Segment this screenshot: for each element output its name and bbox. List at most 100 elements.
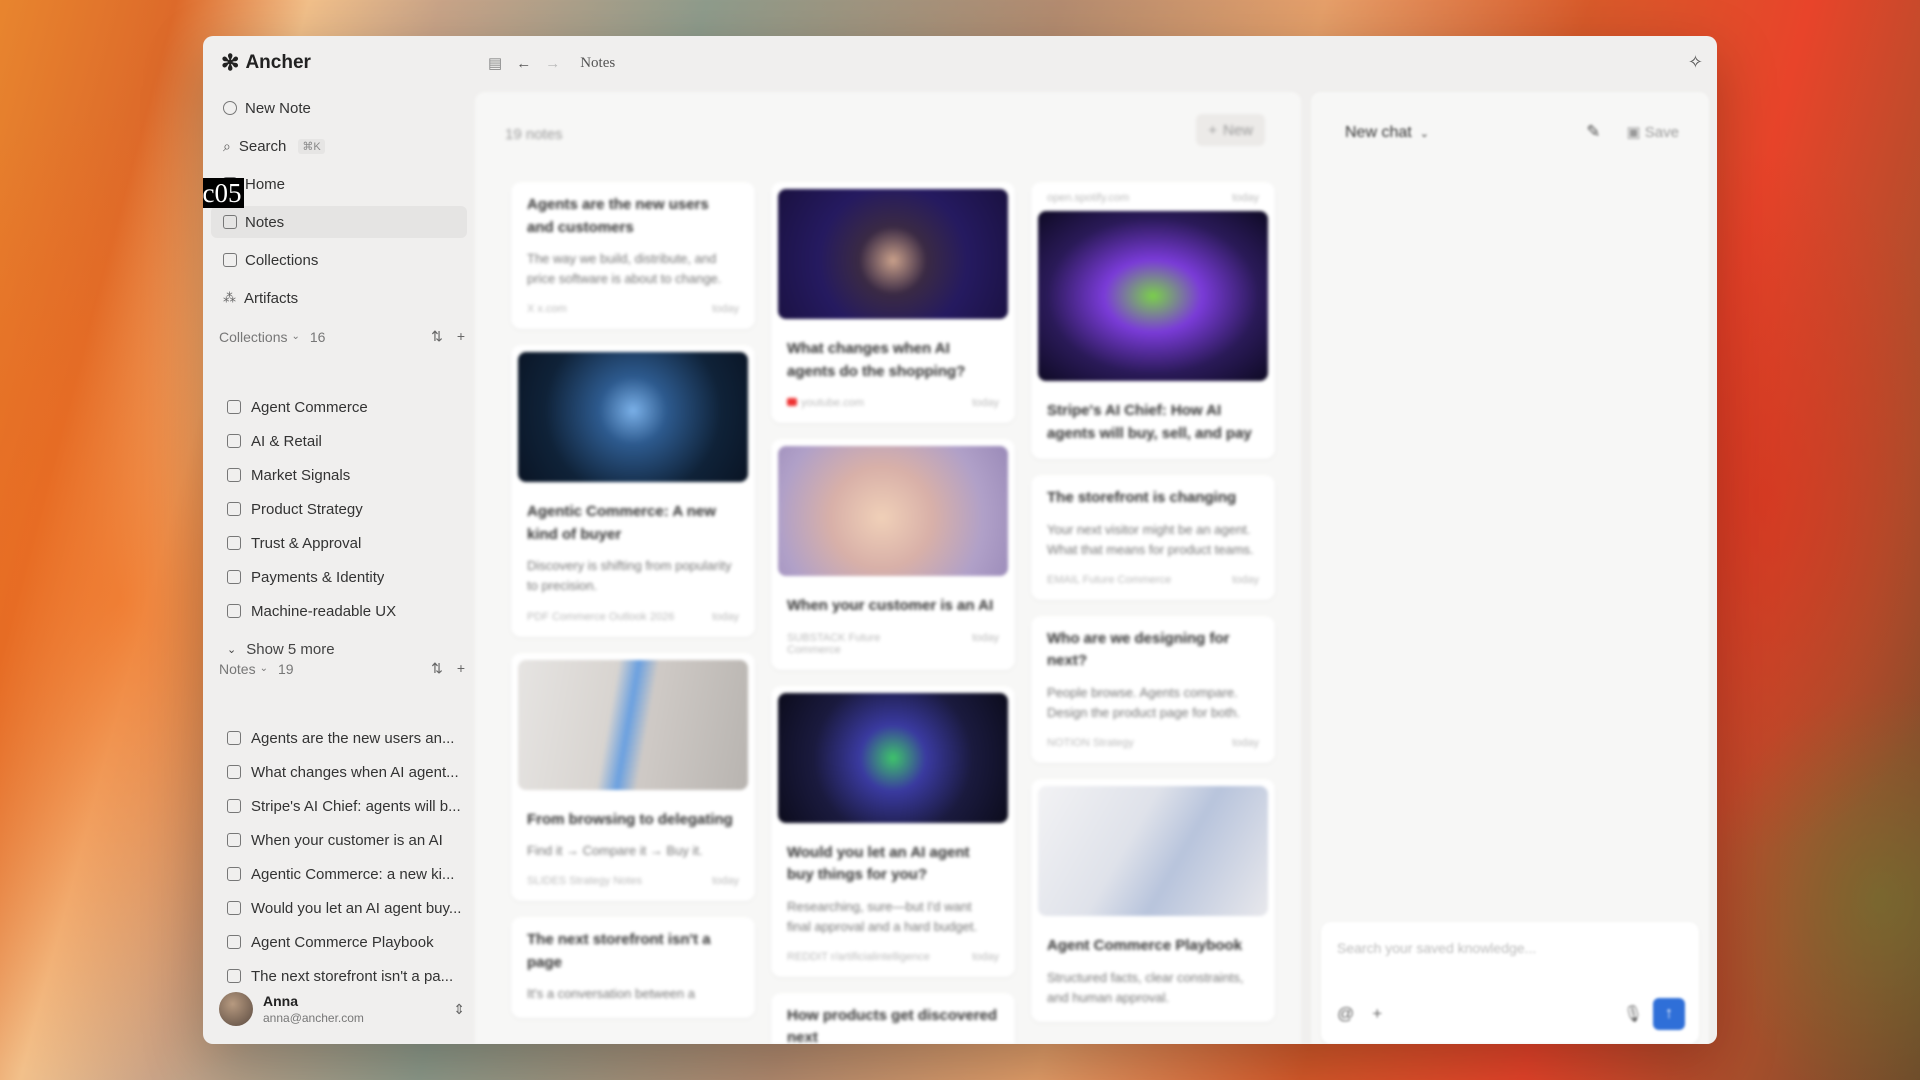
sparkle-icon[interactable]: ✧ bbox=[1688, 52, 1703, 73]
add-attachment-icon[interactable]: + bbox=[1372, 1004, 1382, 1024]
list-item[interactable]: Market Signals bbox=[219, 458, 465, 492]
list-item[interactable]: Agents are the new users an... bbox=[219, 721, 465, 755]
list-item-label: Product Strategy bbox=[251, 500, 363, 518]
card-source-label: SUBSTACK Future Commerce bbox=[787, 631, 881, 656]
card-meta: SUBSTACK Future Commerce today bbox=[787, 632, 999, 656]
nav-collections[interactable]: Collections bbox=[211, 244, 467, 276]
list-item-label: Agents are the new users an... bbox=[251, 729, 455, 747]
card-body: When your customer is an AI SUBSTACK Futu… bbox=[771, 583, 1015, 670]
card-source: SLIDES Strategy Notes bbox=[527, 875, 642, 887]
breadcrumb: Notes bbox=[580, 54, 616, 71]
card-source: open.spotify.com bbox=[1047, 192, 1130, 204]
card-source-label: NOTION Strategy bbox=[1047, 737, 1134, 750]
card-source: youtube.com bbox=[787, 397, 864, 409]
add-note-icon[interactable]: + bbox=[457, 660, 465, 677]
note-card[interactable]: When your customer is an AI SUBSTACK Futu… bbox=[771, 439, 1015, 670]
list-item-label: Would you let an AI agent buy... bbox=[251, 899, 462, 917]
collections-count: 16 bbox=[309, 328, 326, 345]
note-card[interactable]: Would you let an AI agent buy things for… bbox=[771, 685, 1015, 977]
collections-section-header[interactable]: Collections ⌄ 16 ⇅ + bbox=[219, 328, 465, 345]
card-source: EMAIL Future Commerce bbox=[1047, 574, 1171, 586]
note-card[interactable]: Agentic Commerce: A new kind of buyer Dis… bbox=[511, 345, 755, 637]
add-collection-icon[interactable]: + bbox=[457, 328, 465, 345]
note-card[interactable]: Agent Commerce Playbook Structured facts,… bbox=[1031, 779, 1275, 1022]
back-arrow-icon[interactable]: ← bbox=[516, 55, 531, 72]
chat-input-box[interactable]: Search your saved knowledge... @ + 🎙︎ ↑ bbox=[1321, 922, 1699, 1044]
list-item[interactable]: Product Strategy bbox=[219, 492, 465, 526]
card-meta: X x.com today bbox=[527, 303, 739, 315]
nav-artifacts[interactable]: ⁂ Artifacts bbox=[211, 282, 467, 314]
list-item[interactable]: Stripe's AI Chief: agents will b... bbox=[219, 789, 465, 823]
list-item-label: What changes when AI agent... bbox=[251, 763, 459, 781]
card-thumbnail bbox=[1038, 786, 1268, 917]
screenshot-tag: sc05 bbox=[203, 178, 244, 208]
notes-panel: 19 notes + New Agents are the new users … bbox=[475, 92, 1301, 1044]
chevron-updown-icon: ⇕ bbox=[453, 1000, 465, 1017]
compose-icon[interactable]: ✎ bbox=[1586, 122, 1600, 142]
sort-icon[interactable]: ⇅ bbox=[431, 328, 443, 345]
nav-new-note-label: New Note bbox=[245, 99, 311, 117]
note-icon bbox=[227, 833, 241, 847]
chat-title: New chat bbox=[1345, 124, 1412, 141]
chevron-down-icon: ⌄ bbox=[1419, 127, 1429, 140]
send-button[interactable]: ↑ bbox=[1653, 998, 1685, 1030]
list-item[interactable]: Agent Commerce bbox=[219, 390, 465, 424]
card-body: Would you let an AI agent buy things for… bbox=[771, 830, 1015, 977]
list-item[interactable]: Would you let an AI agent buy... bbox=[219, 891, 465, 925]
card-body: Agents are the new users and customers Th… bbox=[511, 182, 755, 329]
list-item-label: Agent Commerce bbox=[251, 398, 368, 416]
nav-new-note[interactable]: New Note bbox=[211, 92, 467, 124]
list-item[interactable]: The next storefront isn't a pa... bbox=[219, 959, 465, 993]
nav-home[interactable]: Home bbox=[211, 168, 467, 200]
list-item[interactable]: Payments & Identity bbox=[219, 560, 465, 594]
note-card[interactable]: From browsing to delegating Find it → Com… bbox=[511, 652, 755, 902]
sort-icon[interactable]: ⇅ bbox=[431, 660, 443, 677]
forward-arrow-icon[interactable]: → bbox=[545, 55, 560, 72]
note-card[interactable]: What changes when AI agents do the shopp… bbox=[771, 182, 1015, 423]
card-meta: open.spotify.com today bbox=[1047, 192, 1259, 204]
save-button[interactable]: ▣ Save bbox=[1626, 123, 1679, 141]
collection-icon bbox=[227, 400, 241, 414]
note-card[interactable]: Who are we designing for next? People bro… bbox=[1031, 615, 1275, 764]
note-icon bbox=[227, 765, 241, 779]
note-card[interactable]: The next storefront isn't a page It's a c… bbox=[511, 917, 755, 1019]
list-item[interactable]: Agent Commerce Playbook bbox=[219, 925, 465, 959]
list-item[interactable]: Machine-readable UX bbox=[219, 594, 465, 628]
microphone-icon[interactable]: 🎙︎ bbox=[1623, 1004, 1643, 1024]
card-meta: EMAIL Future Commerce today bbox=[1047, 574, 1259, 586]
list-item[interactable]: Agentic Commerce: a new ki... bbox=[219, 857, 465, 891]
card-source-label: EMAIL Future Commerce bbox=[1047, 573, 1172, 586]
card-date: today bbox=[972, 631, 999, 644]
card-body: Agent Commerce Playbook Structured facts,… bbox=[1031, 923, 1275, 1022]
list-item[interactable]: AI & Retail bbox=[219, 424, 465, 458]
notes-section-header[interactable]: Notes ⌄ 19 ⇅ + bbox=[219, 660, 465, 677]
new-note-button-label: New bbox=[1222, 121, 1253, 139]
new-note-button[interactable]: + New bbox=[1196, 114, 1265, 146]
note-icon bbox=[223, 215, 237, 229]
nav-notes[interactable]: Notes bbox=[211, 206, 467, 238]
list-item-label: Payments & Identity bbox=[251, 568, 385, 586]
chat-input-placeholder: Search your saved knowledge... bbox=[1337, 940, 1537, 956]
chat-tools: @ + bbox=[1337, 1004, 1382, 1024]
card-title: The storefront is changing bbox=[1047, 489, 1237, 506]
user-menu[interactable]: Anna anna@ancher.com ⇕ bbox=[219, 992, 465, 1026]
app-window: ✻ Ancher sc05 New Note ⌕ Search ⌘K Home … bbox=[203, 36, 1717, 1044]
note-card[interactable]: How products get discovered next bbox=[771, 992, 1015, 1044]
mention-icon[interactable]: @ bbox=[1337, 1004, 1354, 1024]
note-card[interactable]: The storefront is changing Your next visi… bbox=[1031, 475, 1275, 600]
card-meta: SLIDES Strategy Notes today bbox=[527, 875, 739, 887]
card-body: The next storefront isn't a page It's a c… bbox=[511, 917, 755, 1018]
chat-selector[interactable]: New chat ⌄ bbox=[1345, 124, 1429, 142]
list-item[interactable]: Trust & Approval bbox=[219, 526, 465, 560]
note-icon bbox=[227, 867, 241, 881]
plus-circle-icon bbox=[223, 101, 237, 115]
note-card[interactable]: open.spotify.com today Stripe's AI Chief: … bbox=[1031, 182, 1275, 459]
card-source-label: PDF Commerce Outlook 2026 bbox=[527, 610, 675, 623]
list-item[interactable]: What changes when AI agent... bbox=[219, 755, 465, 789]
collection-icon bbox=[227, 570, 241, 584]
list-item-label: Machine-readable UX bbox=[251, 602, 397, 620]
sidebar-toggle-icon[interactable]: ▤ bbox=[488, 54, 502, 72]
nav-search[interactable]: ⌕ Search ⌘K bbox=[211, 130, 467, 162]
list-item[interactable]: When your customer is an AI bbox=[219, 823, 465, 857]
note-card[interactable]: Agents are the new users and customers Th… bbox=[511, 182, 755, 330]
